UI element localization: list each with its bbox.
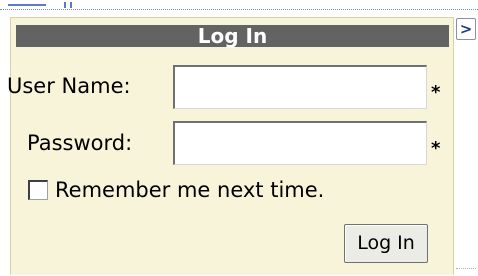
collapse-arrow-icon[interactable]: > bbox=[456, 18, 476, 40]
remember-me-checkbox[interactable] bbox=[28, 180, 48, 200]
top-tick-mark bbox=[70, 2, 72, 8]
password-input[interactable] bbox=[173, 121, 427, 165]
login-button[interactable]: Log In bbox=[344, 224, 428, 263]
username-label: User Name: bbox=[7, 74, 131, 98]
password-label: Password: bbox=[27, 131, 133, 155]
remember-me-label[interactable]: Remember me next time. bbox=[55, 178, 324, 202]
top-dotted-divider bbox=[0, 9, 478, 10]
corner-dotted-edge bbox=[456, 268, 476, 269]
username-input[interactable] bbox=[173, 65, 427, 109]
password-required-marker: * bbox=[431, 138, 441, 159]
top-tick-mark bbox=[64, 2, 66, 8]
username-required-marker: * bbox=[431, 82, 441, 103]
login-title: Log In bbox=[16, 25, 449, 47]
